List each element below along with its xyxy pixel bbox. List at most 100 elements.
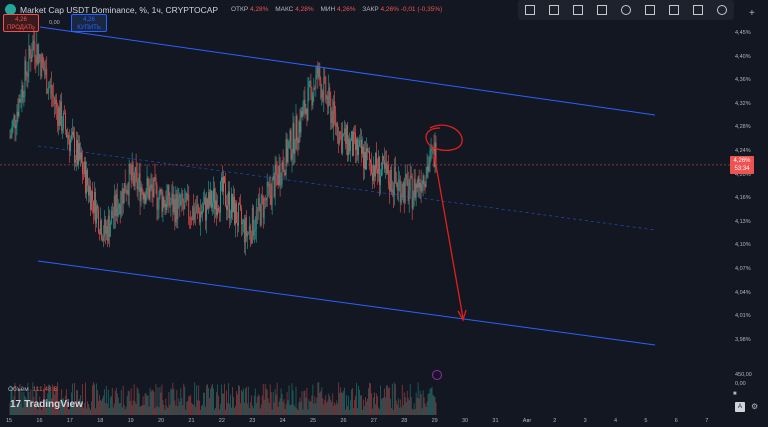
volume-bar (180, 388, 182, 415)
candle-body (146, 177, 148, 196)
candle-body (181, 193, 183, 201)
volume-bar (304, 390, 306, 415)
candle-body (93, 200, 94, 213)
candle-body (86, 170, 87, 194)
candle-body (375, 152, 376, 177)
candle-body (409, 175, 411, 191)
candle-body (126, 189, 128, 194)
candle-body (307, 88, 309, 121)
tradingview-logo[interactable]: 17 TradingView (10, 399, 83, 410)
candle-body (244, 217, 246, 243)
candle-body (241, 221, 243, 225)
lock-icon[interactable]: ■ (733, 391, 737, 397)
time-axis-label: 30 (462, 418, 469, 424)
candle-body (222, 177, 223, 192)
time-axis-label: 3 (583, 418, 587, 424)
volume-bar (369, 382, 370, 415)
volume-bar (311, 395, 313, 415)
volume-bar (230, 394, 231, 415)
volume-bar (169, 404, 171, 415)
candle-body (316, 66, 318, 75)
candle-body (416, 184, 418, 188)
volume-bar (161, 384, 163, 415)
price-axis-label: 4,28% (735, 124, 751, 131)
candle-body (270, 194, 272, 205)
candle-body (160, 189, 162, 192)
volume-bar (193, 405, 195, 415)
candle-body (92, 191, 93, 201)
volume-bar (339, 393, 341, 415)
candle-body (274, 164, 276, 197)
volume-bar (270, 392, 272, 415)
volume-bar (363, 399, 364, 415)
volume-bar (307, 409, 309, 415)
volume-indicator-label[interactable]: Объём 111,48 В (8, 386, 58, 393)
volume-bar (426, 401, 428, 415)
candle-body (336, 123, 338, 127)
volume-bar (138, 393, 140, 415)
candle-body (31, 56, 33, 63)
candle-body (134, 167, 136, 186)
volume-bar (127, 390, 129, 415)
auto-scale-button[interactable]: A (735, 402, 745, 412)
volume-bar (233, 396, 234, 415)
candle-body (332, 111, 334, 127)
candle-body (258, 198, 260, 206)
candle-body (87, 170, 88, 186)
candle-body (121, 188, 123, 205)
candle-body (246, 232, 248, 237)
volume-bar (130, 388, 132, 415)
candle-body (263, 197, 265, 218)
candle-body (184, 200, 186, 210)
candle-body (168, 185, 170, 206)
volume-bar (414, 409, 416, 415)
candle-body (260, 195, 262, 225)
candle-body (133, 175, 135, 186)
settings-gear-icon[interactable]: ⚙ (751, 402, 758, 411)
volume-bar (125, 406, 127, 415)
time-axis-label: 22 (218, 418, 225, 424)
volume-bar (194, 382, 196, 415)
volume-bar (407, 398, 409, 415)
volume-bar (159, 387, 161, 415)
volume-bar (173, 388, 175, 415)
volume-bar (271, 409, 273, 415)
candle-body (229, 191, 230, 218)
volume-bar (104, 402, 106, 415)
volume-bar (308, 399, 310, 415)
candle-body (164, 203, 166, 207)
price-chart[interactable] (0, 0, 768, 427)
candle-body (421, 184, 423, 192)
time-axis-label: 5 (644, 418, 648, 424)
volume-bar (347, 405, 349, 415)
candle-body (290, 130, 292, 160)
volume-bar (416, 397, 418, 415)
candle-body (75, 159, 76, 163)
volume-bar (359, 389, 360, 415)
candle-body (415, 184, 417, 198)
volume-bar (129, 400, 131, 415)
candle-body (16, 111, 18, 127)
candle-body (340, 131, 342, 133)
volume-bar (278, 401, 280, 415)
volume-bar (172, 382, 174, 415)
candle-body (53, 96, 55, 98)
candle-body (414, 178, 416, 198)
candle-body (91, 191, 92, 210)
candle-body (171, 193, 173, 204)
volume-bar (342, 392, 344, 415)
candle-body (166, 195, 168, 211)
volume-bar (373, 397, 374, 415)
candle-body (161, 191, 163, 212)
volume-bar (334, 402, 336, 415)
event-marker-icon[interactable] (432, 370, 442, 380)
candle-body (219, 211, 220, 213)
candle-body (98, 232, 100, 234)
volume-bar (276, 382, 278, 415)
candle-body (359, 140, 360, 146)
candle-body (355, 133, 356, 150)
candle-body (177, 197, 179, 220)
candle-body (122, 188, 124, 204)
candle-body (323, 77, 325, 102)
volume-bar (114, 390, 116, 415)
